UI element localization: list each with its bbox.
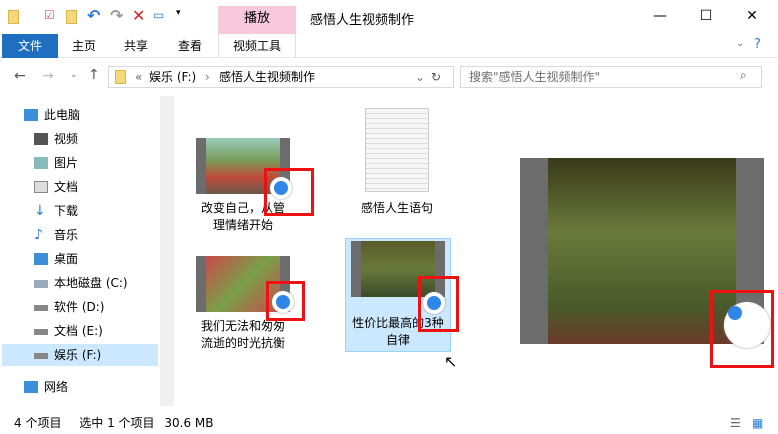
up-icon[interactable]: ↑ [88, 67, 100, 83]
tab-file[interactable]: 文件 [2, 34, 58, 58]
large-icons-view-icon[interactable]: ▦ [752, 412, 763, 434]
search-input[interactable]: 搜索"感悟人生视频制作" [460, 66, 762, 88]
nav-documents[interactable]: 文档 [30, 176, 160, 198]
highlight-box [418, 276, 459, 332]
chevron-right-icon: › [205, 70, 210, 84]
video-icon [34, 133, 48, 145]
chevron-down-icon[interactable]: ⌄ [415, 67, 425, 87]
status-bar: 4 个项目 选中 1 个项目 30.6 MB ☰ ▦ [0, 412, 778, 434]
back-icon[interactable]: ← [14, 68, 26, 84]
minimize-button[interactable]: — [640, 4, 680, 28]
expand-ribbon-icon[interactable]: ⌄ [736, 38, 744, 49]
nav-label: 本地磁盘 (C:) [54, 276, 128, 290]
rename-icon[interactable]: ▭ [153, 8, 164, 22]
selected-count: 选中 1 个项目 [79, 416, 155, 430]
highlight-box [266, 281, 305, 321]
music-icon: ♪ [34, 227, 43, 243]
nav-desktop[interactable]: 桌面 [30, 248, 160, 270]
nav-downloads[interactable]: ↓ 下载 [30, 200, 160, 222]
recent-dropdown-icon[interactable]: ⌄ [70, 70, 78, 80]
mouse-cursor-icon: ↖ [444, 352, 458, 371]
folder-icon [8, 10, 19, 24]
nav-label: 图片 [54, 156, 79, 170]
details-view-icon[interactable]: ☰ [730, 412, 741, 434]
picture-icon [34, 157, 48, 169]
nav-label: 文档 (E:) [54, 324, 103, 338]
text-file-icon [365, 108, 429, 192]
nav-drive-c[interactable]: 本地磁盘 (C:) [30, 272, 160, 294]
nav-label: 网络 [44, 380, 69, 394]
nav-videos[interactable]: 视频 [30, 128, 160, 150]
nav-label: 此电脑 [44, 108, 81, 122]
nav-label: 软件 (D:) [54, 300, 105, 314]
refresh-icon[interactable]: ↻ [431, 67, 441, 87]
tab-home[interactable]: 主页 [62, 34, 106, 58]
close-button[interactable]: ✕ [732, 4, 772, 28]
properties-icon[interactable]: ☑ [44, 8, 55, 22]
drive-icon [34, 329, 48, 335]
tab-view[interactable]: 查看 [168, 34, 212, 58]
selected-size: 30.6 MB [164, 416, 214, 430]
nav-label: 视频 [54, 132, 79, 146]
file-text[interactable]: 感悟人生语句 [344, 108, 450, 217]
new-folder-icon[interactable] [66, 10, 77, 24]
nav-label: 文档 [54, 180, 79, 194]
nav-label: 下载 [54, 204, 79, 218]
breadcrumb-folder[interactable]: 感悟人生视频制作 [219, 67, 315, 87]
address-bar[interactable]: « 娱乐 (F:) › 感悟人生视频制作 ⌄ ↻ [108, 66, 454, 88]
highlight-box [710, 290, 774, 368]
drive-icon [34, 305, 48, 311]
window-title: 感悟人生视频制作 [310, 13, 415, 28]
delete-icon[interactable]: ✕ [132, 6, 145, 25]
highlight-box [264, 168, 314, 216]
tab-video-tools[interactable]: 视频工具 [218, 34, 296, 58]
file-name: 感悟人生语句 [360, 201, 433, 215]
ribbon-tabs: 文件 主页 共享 查看 视频工具 ⌄ ? [0, 34, 778, 58]
desktop-icon [34, 253, 48, 265]
maximize-button[interactable]: ☐ [686, 4, 726, 28]
navigation-pane: 此电脑 视频 图片 文档 ↓ 下载 ♪ 音乐 桌面 本地磁盘 (C:) 软件 (D:… [0, 100, 160, 400]
nav-label: 娱乐 (F:) [54, 348, 102, 362]
nav-music[interactable]: ♪ 音乐 [30, 224, 160, 246]
nav-this-pc[interactable]: 此电脑 [20, 104, 150, 126]
tab-share[interactable]: 共享 [114, 34, 158, 58]
nav-network[interactable]: 网络 [20, 376, 150, 398]
nav-drive-e[interactable]: 文档 (E:) [30, 320, 160, 342]
drive-icon [34, 280, 48, 288]
nav-label: 桌面 [54, 252, 79, 266]
item-count: 4 个项目 [14, 416, 62, 430]
undo-icon[interactable]: ↶ [87, 6, 100, 25]
folder-icon [115, 70, 126, 84]
address-overflow[interactable]: « [135, 67, 142, 87]
nav-drive-d[interactable]: 软件 (D:) [30, 296, 160, 318]
nav-drive-f[interactable]: 娱乐 (F:) [2, 344, 158, 366]
search-icon: ⌕ [740, 68, 747, 82]
computer-icon [24, 109, 38, 121]
customize-dropdown-icon[interactable]: ▾ [176, 8, 181, 18]
redo-icon[interactable]: ↷ [110, 6, 123, 25]
network-icon [24, 381, 38, 393]
breadcrumb-drive[interactable]: 娱乐 (F:) [149, 67, 196, 87]
context-tab-play[interactable]: 播放 [218, 6, 296, 34]
forward-icon[interactable]: → [42, 68, 54, 84]
download-icon: ↓ [34, 203, 46, 219]
nav-scrollbar[interactable] [160, 96, 174, 406]
nav-pictures[interactable]: 图片 [30, 152, 160, 174]
nav-label: 音乐 [54, 228, 79, 242]
drive-icon [34, 353, 48, 359]
document-icon [34, 181, 48, 193]
help-icon[interactable]: ? [754, 37, 761, 52]
